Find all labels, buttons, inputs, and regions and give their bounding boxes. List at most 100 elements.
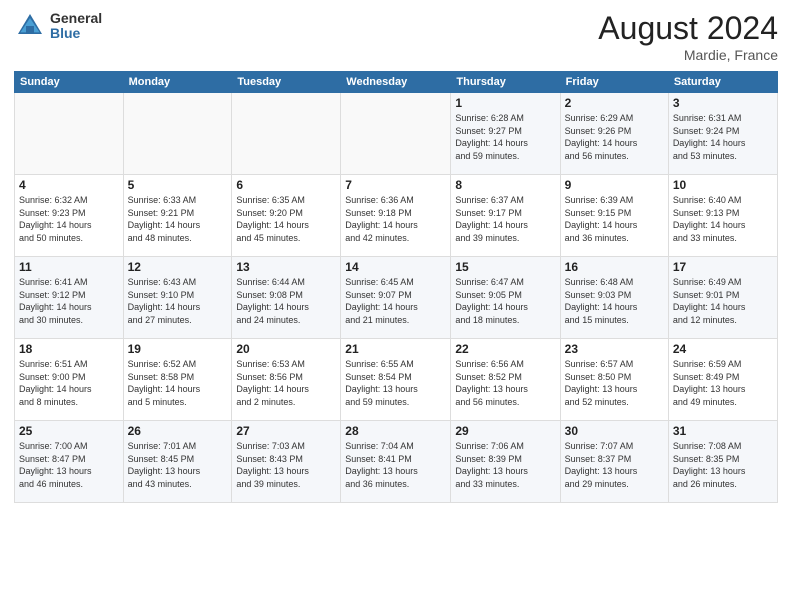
day-number: 15 [455,260,555,274]
day-number: 20 [236,342,336,356]
day-number: 11 [19,260,119,274]
day-number: 3 [673,96,773,110]
day-number: 1 [455,96,555,110]
logo-general-label: General [50,11,102,26]
day-info: Sunrise: 6:56 AMSunset: 8:52 PMDaylight:… [455,358,555,408]
calendar-week-5: 25 Sunrise: 7:00 AMSunset: 8:47 PMDayligh… [15,421,778,503]
day-number: 18 [19,342,119,356]
day-number: 7 [345,178,446,192]
day-number: 19 [128,342,228,356]
day-info: Sunrise: 6:28 AMSunset: 9:27 PMDaylight:… [455,112,555,162]
calendar-week-3: 11 Sunrise: 6:41 AMSunset: 9:12 PMDayligh… [15,257,778,339]
day-info: Sunrise: 7:03 AMSunset: 8:43 PMDaylight:… [236,440,336,490]
calendar-cell: 22 Sunrise: 6:56 AMSunset: 8:52 PMDayligh… [451,339,560,421]
day-number: 26 [128,424,228,438]
calendar-cell: 20 Sunrise: 6:53 AMSunset: 8:56 PMDayligh… [232,339,341,421]
day-number: 9 [565,178,664,192]
calendar-cell [341,93,451,175]
calendar-cell: 12 Sunrise: 6:43 AMSunset: 9:10 PMDayligh… [123,257,232,339]
calendar-cell: 17 Sunrise: 6:49 AMSunset: 9:01 PMDayligh… [668,257,777,339]
day-info: Sunrise: 6:59 AMSunset: 8:49 PMDaylight:… [673,358,773,408]
day-info: Sunrise: 6:48 AMSunset: 9:03 PMDaylight:… [565,276,664,326]
calendar-cell: 31 Sunrise: 7:08 AMSunset: 8:35 PMDayligh… [668,421,777,503]
day-info: Sunrise: 6:36 AMSunset: 9:18 PMDaylight:… [345,194,446,244]
day-info: Sunrise: 7:04 AMSunset: 8:41 PMDaylight:… [345,440,446,490]
day-info: Sunrise: 6:33 AMSunset: 9:21 PMDaylight:… [128,194,228,244]
day-number: 5 [128,178,228,192]
day-number: 6 [236,178,336,192]
day-info: Sunrise: 7:08 AMSunset: 8:35 PMDaylight:… [673,440,773,490]
day-info: Sunrise: 6:29 AMSunset: 9:26 PMDaylight:… [565,112,664,162]
day-number: 30 [565,424,664,438]
calendar-cell: 1 Sunrise: 6:28 AMSunset: 9:27 PMDaylight… [451,93,560,175]
calendar-cell: 27 Sunrise: 7:03 AMSunset: 8:43 PMDayligh… [232,421,341,503]
day-info: Sunrise: 6:52 AMSunset: 8:58 PMDaylight:… [128,358,228,408]
calendar-cell: 11 Sunrise: 6:41 AMSunset: 9:12 PMDayligh… [15,257,124,339]
calendar-cell: 5 Sunrise: 6:33 AMSunset: 9:21 PMDaylight… [123,175,232,257]
calendar-cell: 15 Sunrise: 6:47 AMSunset: 9:05 PMDayligh… [451,257,560,339]
day-info: Sunrise: 6:47 AMSunset: 9:05 PMDaylight:… [455,276,555,326]
day-number: 27 [236,424,336,438]
calendar-cell: 7 Sunrise: 6:36 AMSunset: 9:18 PMDaylight… [341,175,451,257]
day-info: Sunrise: 6:37 AMSunset: 9:17 PMDaylight:… [455,194,555,244]
day-info: Sunrise: 6:49 AMSunset: 9:01 PMDaylight:… [673,276,773,326]
calendar-cell: 30Sunrise: 7:07 AMSunset: 8:37 PMDayligh… [560,421,668,503]
calendar-cell: 16Sunrise: 6:48 AMSunset: 9:03 PMDayligh… [560,257,668,339]
title-block: August 2024 Mardie, France [598,10,778,63]
calendar-cell: 24 Sunrise: 6:59 AMSunset: 8:49 PMDayligh… [668,339,777,421]
day-number: 31 [673,424,773,438]
calendar-cell: 19 Sunrise: 6:52 AMSunset: 8:58 PMDayligh… [123,339,232,421]
calendar-header-thursday: Thursday [451,72,560,93]
calendar-cell: 9 Sunrise: 6:39 AMSunset: 9:15 PMDaylight… [560,175,668,257]
calendar-cell: 25 Sunrise: 7:00 AMSunset: 8:47 PMDayligh… [15,421,124,503]
page-header: General Blue August 2024 Mardie, France [14,10,778,63]
logo-blue-label: Blue [50,26,102,41]
day-number: 22 [455,342,555,356]
day-info: Sunrise: 6:45 AMSunset: 9:07 PMDaylight:… [345,276,446,326]
logo-icon [14,10,46,42]
calendar-cell: 28 Sunrise: 7:04 AMSunset: 8:41 PMDayligh… [341,421,451,503]
day-info: Sunrise: 6:40 AMSunset: 9:13 PMDaylight:… [673,194,773,244]
calendar-cell: 2 Sunrise: 6:29 AMSunset: 9:26 PMDaylight… [560,93,668,175]
page-container: General Blue August 2024 Mardie, France … [0,0,792,612]
day-info: Sunrise: 7:01 AMSunset: 8:45 PMDaylight:… [128,440,228,490]
calendar-cell: 13Sunrise: 6:44 AMSunset: 9:08 PMDayligh… [232,257,341,339]
calendar-cell: 23Sunrise: 6:57 AMSunset: 8:50 PMDayligh… [560,339,668,421]
calendar-cell: 18 Sunrise: 6:51 AMSunset: 9:00 PMDayligh… [15,339,124,421]
day-number: 17 [673,260,773,274]
day-number: 24 [673,342,773,356]
logo: General Blue [14,10,102,42]
calendar-cell: 3Sunrise: 6:31 AMSunset: 9:24 PMDaylight… [668,93,777,175]
calendar-header-friday: Friday [560,72,668,93]
day-info: Sunrise: 6:43 AMSunset: 9:10 PMDaylight:… [128,276,228,326]
day-number: 10 [673,178,773,192]
calendar-header-row: SundayMondayTuesdayWednesdayThursdayFrid… [15,72,778,93]
day-info: Sunrise: 6:55 AMSunset: 8:54 PMDaylight:… [345,358,446,408]
day-info: Sunrise: 7:06 AMSunset: 8:39 PMDaylight:… [455,440,555,490]
day-info: Sunrise: 6:51 AMSunset: 9:00 PMDaylight:… [19,358,119,408]
calendar-week-2: 4Sunrise: 6:32 AMSunset: 9:23 PMDaylight… [15,175,778,257]
day-info: Sunrise: 7:00 AMSunset: 8:47 PMDaylight:… [19,440,119,490]
calendar-cell: 21Sunrise: 6:55 AMSunset: 8:54 PMDayligh… [341,339,451,421]
calendar-table: SundayMondayTuesdayWednesdayThursdayFrid… [14,71,778,503]
day-number: 12 [128,260,228,274]
calendar-cell: 14Sunrise: 6:45 AMSunset: 9:07 PMDayligh… [341,257,451,339]
calendar-cell: 6Sunrise: 6:35 AMSunset: 9:20 PMDaylight… [232,175,341,257]
day-number: 2 [565,96,664,110]
day-number: 29 [455,424,555,438]
day-info: Sunrise: 6:53 AMSunset: 8:56 PMDaylight:… [236,358,336,408]
day-number: 8 [455,178,555,192]
month-title: August 2024 [598,10,778,47]
day-info: Sunrise: 6:41 AMSunset: 9:12 PMDaylight:… [19,276,119,326]
location-label: Mardie, France [598,47,778,63]
day-number: 4 [19,178,119,192]
day-info: Sunrise: 6:57 AMSunset: 8:50 PMDaylight:… [565,358,664,408]
calendar-week-1: 1 Sunrise: 6:28 AMSunset: 9:27 PMDaylight… [15,93,778,175]
calendar-cell [15,93,124,175]
day-info: Sunrise: 6:39 AMSunset: 9:15 PMDaylight:… [565,194,664,244]
day-number: 25 [19,424,119,438]
day-number: 28 [345,424,446,438]
calendar-cell: 4Sunrise: 6:32 AMSunset: 9:23 PMDaylight… [15,175,124,257]
calendar-header-monday: Monday [123,72,232,93]
calendar-header-tuesday: Tuesday [232,72,341,93]
